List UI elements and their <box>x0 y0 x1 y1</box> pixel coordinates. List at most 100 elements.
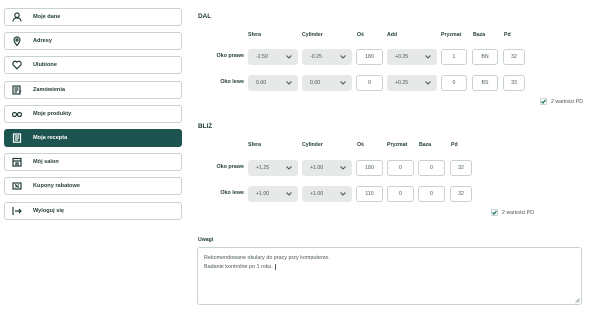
chevron-down-icon <box>286 55 292 59</box>
select-value: 0.00 <box>256 80 267 86</box>
section-title-bliz: BLIŻ <box>198 123 213 130</box>
notes-line-text: Badanie kontrolne po 1 roku. <box>204 264 273 270</box>
chevron-down-icon <box>340 81 346 85</box>
resize-handle-icon[interactable] <box>575 298 580 303</box>
col-header-pd: Pd <box>451 142 458 148</box>
chevron-down-icon <box>425 81 431 85</box>
col-header-cylinder: Cylinder <box>302 142 323 148</box>
dal-two-pd-checkbox[interactable]: 2 wartości PD <box>540 98 583 105</box>
select-value: +1.00 <box>310 165 324 171</box>
bliz-left-baza-input[interactable]: 0 <box>418 186 445 202</box>
dal-right-pd-input[interactable]: 32 <box>503 49 525 65</box>
col-header-os: Oś <box>357 142 364 148</box>
bliz-left-cylinder-select[interactable]: +1.00 <box>302 186 352 202</box>
checkbox-checked-icon <box>540 98 547 105</box>
chevron-down-icon <box>286 192 292 196</box>
chevron-down-icon <box>286 166 292 170</box>
sidebar-item-label: Zamówienia <box>33 86 66 93</box>
sidebar-item-moj-salon[interactable]: Mój salon <box>4 153 182 172</box>
bliz-right-pryzmat-input[interactable]: 0 <box>387 160 414 176</box>
section-title-dal: DAL <box>198 13 212 20</box>
chevron-down-icon <box>340 192 346 196</box>
col-header-baza: Baza <box>419 142 432 148</box>
select-value: +0.25 <box>395 54 409 60</box>
sidebar-item-label: Ulubione <box>33 62 57 69</box>
sidebar-item-moja-recepta[interactable]: Moja recepta <box>4 128 182 147</box>
dal-left-os-input[interactable]: 0 <box>356 75 383 91</box>
notes-textarea[interactable]: Rekomendowane okulary do pracy przy komp… <box>197 247 582 305</box>
dal-left-cylinder-select[interactable]: 0.00 <box>302 75 352 91</box>
dal-left-add-select[interactable]: +0.25 <box>387 75 437 91</box>
chevron-down-icon <box>340 55 346 59</box>
chevron-down-icon <box>340 166 346 170</box>
dal-right-baza-input[interactable]: BN <box>472 49 498 65</box>
sidebar-item-kupony-rabatowe[interactable]: Kupony rabatowe <box>4 177 182 196</box>
dal-left-pd-input[interactable]: 33 <box>503 75 525 91</box>
dal-right-cylinder-select[interactable]: -0.25 <box>302 49 352 65</box>
dal-left-sfera-select[interactable]: 0.00 <box>248 75 298 91</box>
notes-line: Badanie kontrolne po 1 roku. <box>204 263 575 272</box>
col-header-sfera: Sfera <box>248 142 261 148</box>
sidebar-item-label: Mój salon <box>33 159 59 166</box>
dal-right-add-select[interactable]: +0.25 <box>387 49 437 65</box>
bliz-right-os-input[interactable]: 180 <box>356 160 383 176</box>
bliz-right-baza-input[interactable]: 0 <box>418 160 445 176</box>
row-label-dal-right: Oko prawe <box>216 53 244 59</box>
heart-icon <box>11 59 23 71</box>
sidebar-item-label: Moje produkty <box>33 110 72 117</box>
store-icon <box>11 156 23 168</box>
order-list-icon <box>11 84 23 96</box>
sidebar-item-moje-produkty[interactable]: Moje produkty <box>4 104 182 123</box>
select-value: +0.25 <box>395 80 409 86</box>
col-header-add: Add <box>387 32 398 38</box>
bliz-left-os-input[interactable]: 110 <box>356 186 383 202</box>
dal-left-pryzmat-input[interactable]: 0 <box>441 75 467 91</box>
select-value: -0.25 <box>310 54 322 60</box>
row-label-bliz-right: Oko prawe <box>216 164 244 170</box>
user-icon <box>11 11 23 23</box>
bliz-left-pryzmat-input[interactable]: 0 <box>387 186 414 202</box>
bliz-right-pd-input[interactable]: 32 <box>450 160 472 176</box>
sidebar-item-wyloguj[interactable]: Wyloguj się <box>4 201 182 220</box>
account-sidebar: Moje dane Adresy Ulubione Zamówienia Moj… <box>4 8 182 226</box>
select-value: +1.25 <box>256 165 270 171</box>
select-value: +1.00 <box>256 191 270 197</box>
checkbox-checked-icon <box>491 209 498 216</box>
notes-label: Uwagi <box>198 237 214 243</box>
bliz-two-pd-checkbox[interactable]: 2 wartości PD <box>491 209 534 216</box>
select-value: -2.50 <box>256 54 268 60</box>
logout-icon <box>11 205 23 217</box>
sidebar-item-moje-dane[interactable]: Moje dane <box>4 8 182 26</box>
col-header-pd: Pd <box>504 32 511 38</box>
row-label-bliz-left: Oko lewe <box>220 190 244 196</box>
bliz-right-sfera-select[interactable]: +1.25 <box>248 160 298 176</box>
col-header-os: Oś <box>357 32 364 38</box>
sidebar-item-label: Moje dane <box>33 14 61 20</box>
sidebar-item-adresy[interactable]: Adresy <box>4 32 182 51</box>
sidebar-item-ulubione[interactable]: Ulubione <box>4 56 182 75</box>
select-value: +1.00 <box>310 191 324 197</box>
sidebar-item-label: Moja recepta <box>33 134 68 141</box>
col-header-cylinder: Cylinder <box>302 32 323 38</box>
select-value: 0.00 <box>310 80 321 86</box>
dal-right-pryzmat-input[interactable]: 1 <box>441 49 467 65</box>
col-header-baza: Baza <box>473 32 486 38</box>
row-label-dal-left: Oko lewe <box>220 79 244 85</box>
dal-left-baza-input[interactable]: BS <box>472 75 498 91</box>
sidebar-item-label: Wyloguj się <box>33 207 64 214</box>
sidebar-item-zamowienia[interactable]: Zamówienia <box>4 80 182 99</box>
checkbox-label: 2 wartości PD <box>551 98 583 105</box>
dal-right-sfera-select[interactable]: -2.50 <box>248 49 298 65</box>
chevron-down-icon <box>286 81 292 85</box>
sidebar-item-label: Kupony rabatowe <box>33 183 80 190</box>
col-header-pryzmat: Pryzmat <box>441 32 462 38</box>
col-header-pryzmat: Pryzmat <box>387 142 408 148</box>
location-pin-icon <box>11 35 23 47</box>
bliz-left-pd-input[interactable]: 32 <box>450 186 472 202</box>
bliz-left-sfera-select[interactable]: +1.00 <box>248 186 298 202</box>
glasses-icon <box>11 108 23 120</box>
chevron-down-icon <box>425 55 431 59</box>
prescription-icon <box>11 132 23 144</box>
bliz-right-cylinder-select[interactable]: +1.00 <box>302 160 352 176</box>
dal-right-os-input[interactable]: 180 <box>356 49 383 65</box>
